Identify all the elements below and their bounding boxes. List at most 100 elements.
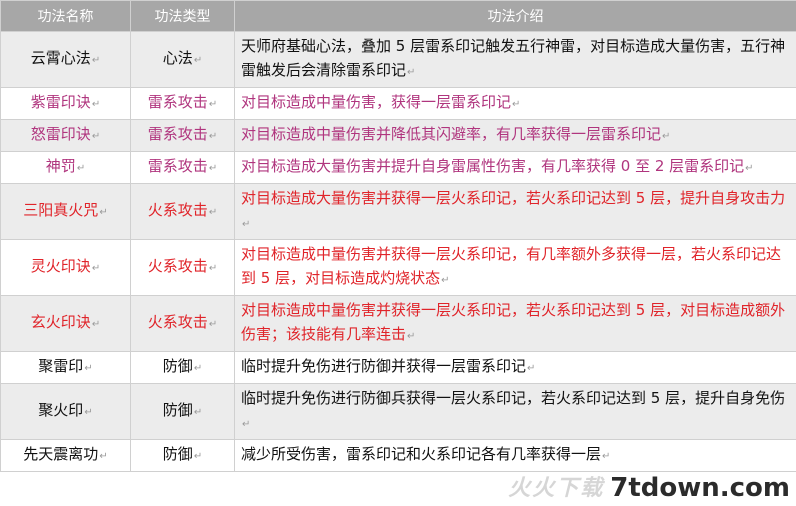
skill-name: 灵火印诀 (30, 257, 91, 275)
skill-type: 防御 (162, 401, 193, 419)
header-desc: 功法介绍 (234, 0, 796, 32)
paragraph-mark-icon: ↵ (193, 55, 203, 66)
skill-desc: 对目标造成大量伤害并获得一层火系印记，若火系印记达到 5 层，提升自身攻击力 (241, 189, 786, 207)
skill-desc-cell: 减少所受伤害，雷系印记和火系印记各有几率获得一层↵ (234, 439, 796, 472)
skill-type: 心法 (162, 49, 193, 67)
table-body: 云霄心法↵ 心法↵ 天师府基础心法，叠加 5 层雷系印记触发五行神雷，对目标造成大量… (0, 31, 796, 472)
paragraph-mark-icon: ↵ (76, 163, 86, 174)
skill-name: 聚雷印 (38, 357, 84, 375)
watermark: 火火下载 7tdown.com (508, 470, 790, 502)
paragraph-mark-icon: ↵ (99, 451, 108, 462)
skill-desc: 对目标造成中量伤害并降低其闪避率，有几率获得一层雷系印记 (241, 125, 662, 143)
skill-name-cell: 先天震离功↵ (0, 439, 131, 472)
table-row: 神罚↵ 雷系攻击↵ 对目标造成大量伤害并提升自身雷属性伤害，有几率获得 0 至 2 … (0, 151, 796, 184)
table-row: 三阳真火咒↵ 火系攻击↵ 对目标造成大量伤害并获得一层火系印记，若火系印记达到 5 … (0, 183, 796, 240)
paragraph-mark-icon: ↵ (242, 219, 251, 230)
skill-desc-cell: 对目标造成中量伤害并获得一层火系印记，有几率额外多获得一层，若火系印记达到 5 … (234, 239, 796, 296)
skill-name: 聚火印 (38, 401, 84, 419)
skill-type-cell: 雷系攻击↵ (130, 151, 235, 184)
skill-name: 玄火印诀 (30, 313, 91, 331)
header-name: 功法名称 (0, 0, 131, 32)
watermark-logo-icon: 火火下载 (508, 476, 605, 501)
table-row: 聚雷印↵ 防御↵ 临时提升免伤进行防御并获得一层雷系印记↵ (0, 351, 796, 384)
skill-name-cell: 云霄心法↵ (0, 31, 131, 88)
skill-type-cell: 雷系攻击↵ (130, 119, 235, 152)
skill-type-cell: 防御↵ (130, 439, 235, 472)
paragraph-mark-icon: ↵ (193, 363, 203, 374)
paragraph-mark-icon: ↵ (662, 131, 671, 142)
paragraph-mark-icon: ↵ (512, 99, 521, 110)
paragraph-mark-icon: ↵ (208, 131, 218, 142)
skills-table: 功法名称 功法类型 功法介绍 云霄心法↵ 心法↵ 天师府基础心法，叠加 5 层雷系印… (0, 0, 796, 472)
skill-desc-cell: 对目标造成中量伤害并获得一层火系印记，若火系印记达到 5 层，对目标造成额外伤害… (234, 295, 796, 352)
paragraph-mark-icon: ↵ (91, 99, 101, 110)
table-row: 先天震离功↵ 防御↵ 减少所受伤害，雷系印记和火系印记各有几率获得一层↵ (0, 439, 796, 472)
watermark-text: 7tdown.com (610, 473, 790, 503)
paragraph-mark-icon: ↵ (208, 319, 218, 330)
skill-type-cell: 雷系攻击↵ (130, 87, 235, 120)
skill-desc-cell: 对目标造成大量伤害并获得一层火系印记，若火系印记达到 5 层，提升自身攻击力 ↵ (234, 183, 796, 240)
paragraph-mark-icon: ↵ (91, 263, 101, 274)
skill-type: 火系攻击 (147, 313, 208, 331)
paragraph-mark-icon: ↵ (193, 407, 203, 418)
paragraph-mark-icon: ↵ (242, 419, 251, 430)
skill-name-cell: 灵火印诀↵ (0, 239, 131, 296)
skill-name-cell: 玄火印诀↵ (0, 295, 131, 352)
paragraph-mark-icon: ↵ (208, 163, 218, 174)
header-row: 功法名称 功法类型 功法介绍 (0, 0, 796, 32)
skill-type-cell: 心法↵ (130, 31, 235, 88)
paragraph-mark-icon: ↵ (91, 55, 101, 66)
paragraph-mark-icon: ↵ (84, 363, 93, 374)
skill-desc-cell: 对目标造成中量伤害，获得一层雷系印记↵ (234, 87, 796, 120)
table-row: 聚火印↵ 防御↵ 临时提升免伤进行防御兵获得一层火系印记，若火系印记达到 5 层，提… (0, 383, 796, 440)
skill-name-cell: 聚雷印↵ (0, 351, 131, 384)
skill-name-cell: 聚火印↵ (0, 383, 131, 440)
paragraph-mark-icon: ↵ (208, 207, 218, 218)
skill-name-cell: 怒雷印诀↵ (0, 119, 131, 152)
skill-desc: 对目标造成中量伤害并获得一层火系印记，若火系印记达到 5 层，对目标造成额外伤害… (241, 301, 786, 343)
skill-type-cell: 火系攻击↵ (130, 295, 235, 352)
skill-desc-cell: 天师府基础心法，叠加 5 层雷系印记触发五行神雷，对目标造成大量伤害，五行神雷触… (234, 31, 796, 88)
paragraph-mark-icon: ↵ (84, 407, 93, 418)
skill-desc: 对目标造成中量伤害并获得一层火系印记，有几率额外多获得一层，若火系印记达到 5 … (241, 245, 782, 287)
skill-name: 紫雷印诀 (30, 93, 91, 111)
skill-desc-cell: 对目标造成大量伤害并提升自身雷属性伤害，有几率获得 0 至 2 层雷系印记↵ (234, 151, 796, 184)
skill-name-cell: 紫雷印诀↵ (0, 87, 131, 120)
paragraph-mark-icon: ↵ (208, 99, 218, 110)
table-row: 怒雷印诀↵ 雷系攻击↵ 对目标造成中量伤害并降低其闪避率，有几率获得一层雷系印记↵ (0, 119, 796, 152)
paragraph-mark-icon: ↵ (91, 319, 101, 330)
skill-name: 云霄心法 (30, 49, 91, 67)
skill-type-cell: 防御↵ (130, 383, 235, 440)
paragraph-mark-icon: ↵ (208, 263, 218, 274)
paragraph-mark-icon: ↵ (602, 451, 611, 462)
header-type: 功法类型 (130, 0, 235, 32)
skill-type-cell: 火系攻击↵ (130, 183, 235, 240)
paragraph-mark-icon: ↵ (745, 163, 754, 174)
skill-desc: 对目标造成中量伤害，获得一层雷系印记 (241, 93, 512, 111)
skill-type-cell: 防御↵ (130, 351, 235, 384)
table-row: 紫雷印诀↵ 雷系攻击↵ 对目标造成中量伤害，获得一层雷系印记↵ (0, 87, 796, 120)
skill-type: 雷系攻击 (147, 125, 208, 143)
skill-desc: 临时提升免伤进行防御并获得一层雷系印记 (241, 357, 527, 375)
skill-desc-cell: 临时提升免伤进行防御兵获得一层火系印记，若火系印记达到 5 层，提升自身免伤 ↵ (234, 383, 796, 440)
paragraph-mark-icon: ↵ (91, 131, 101, 142)
paragraph-mark-icon: ↵ (441, 275, 450, 286)
skill-name: 怒雷印诀 (30, 125, 91, 143)
paragraph-mark-icon: ↵ (193, 451, 203, 462)
skill-name: 三阳真火咒 (23, 201, 99, 219)
table-row: 玄火印诀↵ 火系攻击↵ 对目标造成中量伤害并获得一层火系印记，若火系印记达到 5 层… (0, 295, 796, 352)
skill-desc: 减少所受伤害，雷系印记和火系印记各有几率获得一层 (241, 445, 602, 463)
skill-name-cell: 三阳真火咒↵ (0, 183, 131, 240)
skill-desc-cell: 临时提升免伤进行防御并获得一层雷系印记↵ (234, 351, 796, 384)
skill-name: 先天震离功 (23, 445, 99, 463)
paragraph-mark-icon: ↵ (407, 67, 416, 78)
skill-desc: 天师府基础心法，叠加 5 层雷系印记触发五行神雷，对目标造成大量伤害，五行神雷触… (241, 37, 786, 79)
skill-type: 雷系攻击 (147, 93, 208, 111)
paragraph-mark-icon: ↵ (527, 363, 536, 374)
skill-desc-cell: 对目标造成中量伤害并降低其闪避率，有几率获得一层雷系印记↵ (234, 119, 796, 152)
skill-type-cell: 火系攻击↵ (130, 239, 235, 296)
skill-name: 神罚 (45, 157, 76, 175)
table-row: 灵火印诀↵ 火系攻击↵ 对目标造成中量伤害并获得一层火系印记，有几率额外多获得一层，… (0, 239, 796, 296)
skill-name-cell: 神罚↵ (0, 151, 131, 184)
skill-type: 防御 (162, 357, 193, 375)
